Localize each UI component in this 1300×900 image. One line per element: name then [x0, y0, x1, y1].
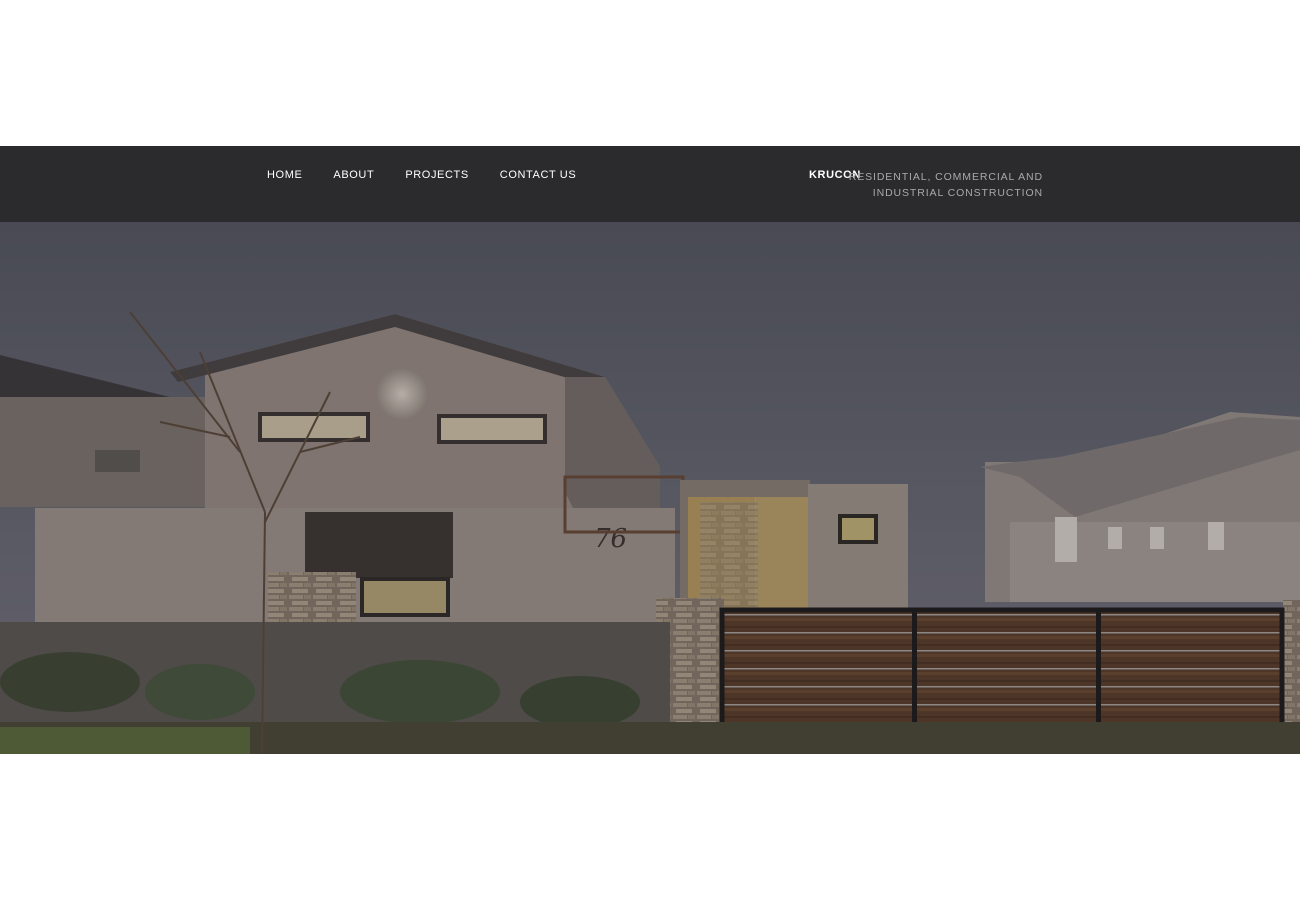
nav-home-link[interactable]: HOME — [267, 169, 302, 181]
nav-projects-link[interactable]: PROJECTS — [405, 169, 468, 181]
nav-about-link[interactable]: ABOUT — [333, 169, 374, 181]
hero-overlay — [0, 222, 1300, 754]
brand-tagline: RESIDENTIAL, COMMERCIAL AND INDUSTRIAL C… — [848, 171, 1043, 199]
nav-contact-link[interactable]: CONTACT US — [500, 169, 577, 181]
site-header: HOME ABOUT PROJECTS CONTACT US KRUCON RE… — [0, 146, 1300, 222]
hero-image: 76 — [0, 222, 1300, 754]
main-nav: HOME ABOUT PROJECTS CONTACT US — [267, 169, 607, 181]
page: HOME ABOUT PROJECTS CONTACT US KRUCON RE… — [0, 0, 1300, 900]
